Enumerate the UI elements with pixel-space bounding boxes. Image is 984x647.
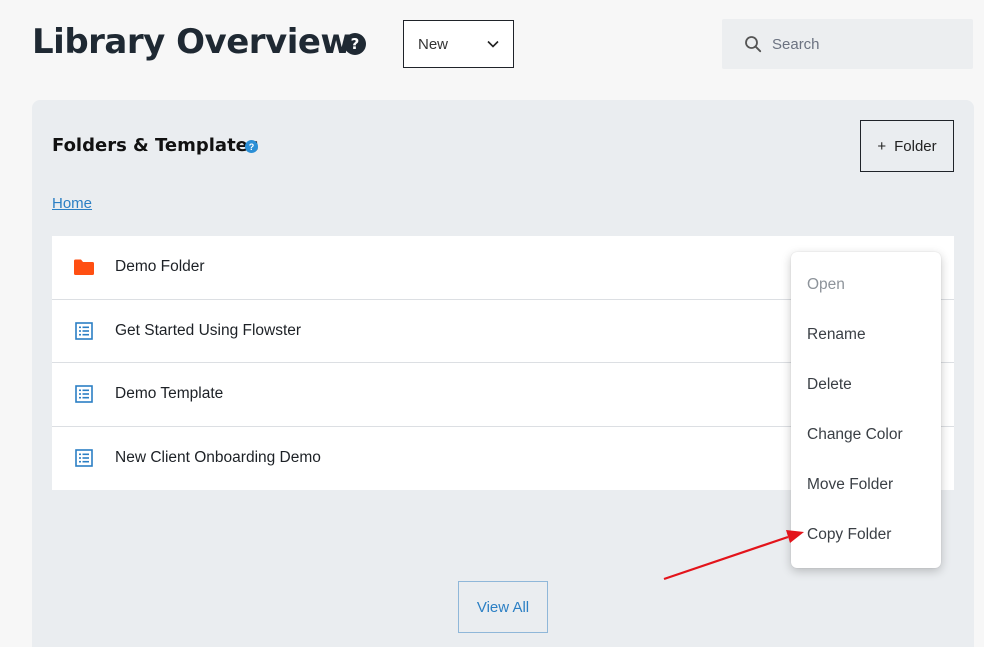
menu-item-change-color[interactable]: Change Color (791, 410, 941, 460)
plus-icon: + (877, 137, 887, 155)
menu-item-delete[interactable]: Delete (791, 360, 941, 410)
new-dropdown-value: New (418, 35, 449, 53)
search-icon (745, 36, 762, 53)
panel-help-icon[interactable]: ? (245, 140, 258, 153)
add-folder-button[interactable]: + Folder (860, 120, 954, 172)
view-all-button[interactable]: View All (458, 581, 548, 633)
list-item-label: Demo Folder (115, 258, 205, 276)
breadcrumb-home[interactable]: Home (52, 195, 92, 212)
chevron-down-icon (487, 40, 499, 48)
help-icon[interactable]: ? (344, 33, 366, 55)
menu-item-rename[interactable]: Rename (791, 310, 941, 360)
menu-item-open[interactable]: Open (791, 260, 941, 310)
list-item-label: Get Started Using Flowster (115, 321, 302, 339)
list-item-label: New Client Onboarding Demo (115, 449, 321, 467)
page-title: Library Overview (32, 22, 352, 62)
search-box[interactable] (722, 19, 973, 69)
new-dropdown[interactable]: New (403, 20, 514, 68)
folder-context-menu: Open Rename Delete Change Color Move Fol… (791, 252, 941, 568)
list-item-label: Demo Template (115, 385, 224, 403)
add-folder-label: Folder (894, 137, 937, 155)
search-input[interactable] (772, 35, 952, 53)
folder-icon (73, 256, 95, 278)
template-icon (73, 447, 95, 469)
template-icon (73, 320, 95, 342)
template-icon (73, 383, 95, 405)
menu-item-copy-folder[interactable]: Copy Folder (791, 510, 941, 560)
menu-item-move-folder[interactable]: Move Folder (791, 460, 941, 510)
panel-title: Folders & Templates (52, 135, 259, 156)
